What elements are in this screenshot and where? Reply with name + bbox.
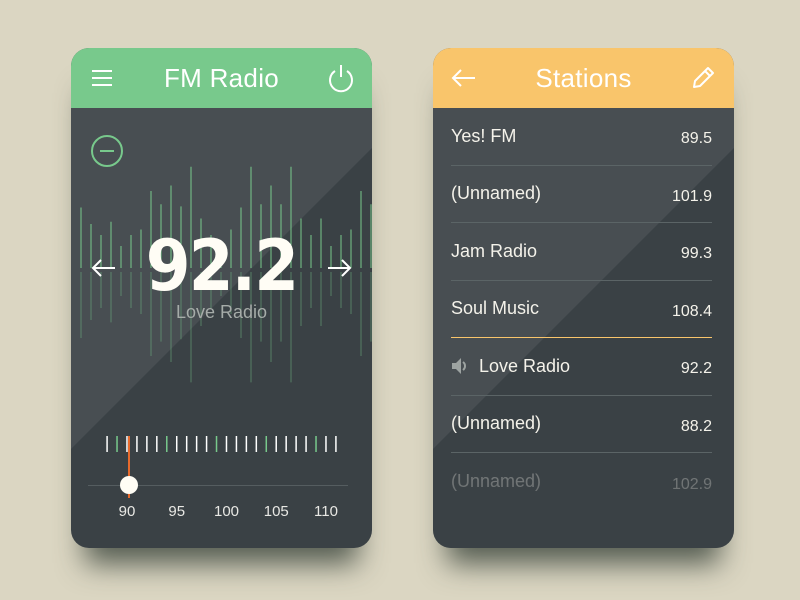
station-name: (Unnamed) (451, 471, 542, 492)
station-name: Love Radio (479, 355, 571, 376)
hamburger-menu-icon (92, 70, 112, 86)
station-frequency: 102.9 (671, 475, 712, 493)
station-list: Yes! FM 89.5 (Unnamed) 101.9 Jam Radio 9… (451, 108, 712, 511)
pencil-icon (693, 67, 714, 88)
back-button[interactable] (449, 63, 479, 93)
station-frequency: 108.4 (671, 302, 712, 320)
scale-label: 105 (263, 503, 289, 520)
arrow-right-icon (328, 259, 352, 277)
scale-label: 90 (118, 503, 136, 520)
station-row-selected[interactable]: Soul Music 108.4 (451, 281, 712, 338)
fm-radio-card: FM Radio 92.2 Love Radio 90 95 100 105 1… (71, 48, 372, 548)
station-name: Jam Radio (451, 240, 538, 261)
station-row[interactable]: (Unnamed) 102.9 (451, 453, 712, 511)
station-frequency: 101.9 (671, 187, 712, 205)
stations-header: Stations (433, 48, 734, 108)
station-name: Yes! FM (451, 125, 517, 146)
menu-button[interactable] (87, 63, 117, 93)
radio-header: FM Radio (71, 48, 372, 108)
station-row[interactable]: (Unnamed) 88.2 (451, 396, 712, 453)
station-row[interactable]: Jam Radio 99.3 (451, 223, 712, 281)
power-button[interactable] (326, 63, 356, 93)
current-station-name: Love Radio (175, 302, 268, 322)
station-name: Soul Music (451, 298, 540, 319)
edit-button[interactable] (688, 63, 718, 93)
next-station-button[interactable] (326, 255, 352, 281)
station-frequency: 99.3 (680, 245, 712, 263)
station-row-playing[interactable]: Love Radio 92.2 (451, 338, 712, 396)
station-name: (Unnamed) (451, 183, 542, 204)
arrow-left-icon (451, 69, 475, 87)
station-frequency: 88.2 (680, 417, 712, 435)
radio-title: FM Radio (163, 62, 280, 93)
dial-ticks (106, 436, 337, 452)
stations-title: Stations (535, 62, 632, 93)
station-frequency: 89.5 (680, 130, 712, 148)
station-name: (Unnamed) (451, 413, 542, 434)
station-row[interactable]: (Unnamed) 101.9 (451, 166, 712, 223)
frequency-display: 92.2 (145, 225, 299, 307)
tuning-knob[interactable] (119, 476, 138, 494)
scale-label: 95 (168, 503, 186, 520)
scale-label: 100 (213, 503, 240, 520)
station-row[interactable]: Yes! FM 89.5 (451, 108, 712, 166)
stations-card: Stations Yes! FM 89.5 (Unnamed) 101.9 Ja… (433, 48, 734, 548)
station-frequency: 92.2 (680, 360, 712, 378)
power-icon (329, 65, 353, 93)
speaker-icon (451, 357, 471, 375)
scale-label: 110 (314, 503, 338, 520)
